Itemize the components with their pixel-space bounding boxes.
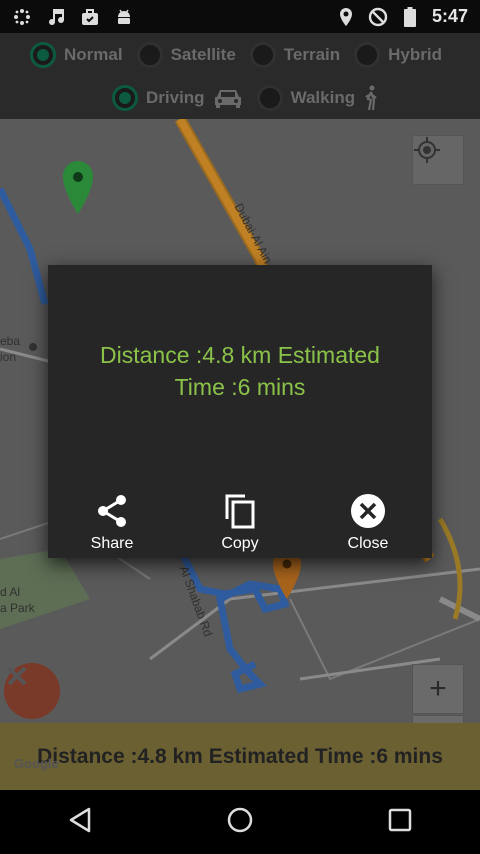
- navigation-bar: [0, 790, 480, 854]
- close-label: Close: [347, 535, 389, 552]
- dots-icon: [12, 7, 32, 27]
- share-icon: [94, 493, 130, 529]
- google-logo: Google: [14, 756, 59, 771]
- share-label: Share: [90, 535, 134, 552]
- radio-button[interactable]: [256, 85, 283, 111]
- close-button[interactable]: Close: [318, 493, 418, 553]
- route-info-dialog: Distance :4.8 km Estimated Time :6 mins …: [48, 265, 432, 558]
- android-icon: [114, 7, 134, 27]
- radio-button[interactable]: [249, 42, 276, 68]
- travel-mode-driving-label: Driving: [146, 88, 205, 107]
- home-button[interactable]: [210, 792, 270, 852]
- copy-button[interactable]: Copy: [190, 493, 290, 553]
- do-not-disturb-icon: [368, 7, 388, 27]
- radio-button[interactable]: [30, 42, 56, 68]
- zoom-in-button[interactable]: +: [412, 664, 464, 714]
- distance-summary-bar: Distance :4.8 km Estimated Time :6 mins: [0, 723, 480, 790]
- home-icon: [226, 806, 254, 839]
- radio-button[interactable]: [136, 42, 163, 68]
- dialog-message-line: Time :6 mins: [174, 374, 306, 400]
- my-location-button[interactable]: [412, 135, 464, 185]
- share-button[interactable]: Share: [62, 493, 162, 553]
- radio-button[interactable]: [112, 85, 138, 111]
- status-bar: 5:47: [0, 0, 480, 33]
- radio-button[interactable]: [354, 42, 381, 68]
- map-type-selector: Normal Satellite Terrain Hybrid: [0, 33, 480, 77]
- map-type-satellite[interactable]: Satellite: [136, 42, 236, 68]
- dialog-message: Distance :4.8 km Estimated Time :6 mins: [48, 339, 432, 403]
- location-icon: [336, 7, 356, 27]
- travel-mode-driving[interactable]: Driving: [112, 85, 243, 111]
- music-note-icon: [46, 7, 66, 27]
- map-type-terrain-label: Terrain: [283, 45, 341, 64]
- map-place-label: d Al: [0, 585, 21, 599]
- copy-icon: [223, 493, 257, 529]
- status-time: 5:47: [431, 6, 468, 26]
- map-type-normal[interactable]: Normal: [30, 42, 123, 68]
- travel-mode-walking-label: Walking: [290, 88, 356, 107]
- recents-icon: [387, 807, 413, 838]
- close-circle-icon: [350, 493, 386, 529]
- recents-button[interactable]: [370, 792, 430, 852]
- map-type-terrain[interactable]: Terrain: [249, 42, 341, 68]
- clear-route-button[interactable]: [4, 663, 60, 719]
- dialog-message-line: Distance :4.8 km Estimated: [100, 342, 380, 368]
- travel-mode-selector: Driving Walking: [0, 77, 480, 119]
- copy-label: Copy: [221, 535, 259, 552]
- walking-icon: [363, 85, 379, 111]
- briefcase-icon: [80, 7, 100, 27]
- dialog-actions: Share Copy Close: [48, 493, 432, 553]
- map-type-normal-label: Normal: [64, 45, 123, 64]
- back-icon: [67, 806, 93, 839]
- map-place-label: ion: [0, 350, 17, 364]
- back-button[interactable]: [50, 792, 110, 852]
- map-type-hybrid[interactable]: Hybrid: [354, 42, 442, 68]
- battery-icon: [400, 6, 420, 27]
- map-type-satellite-label: Satellite: [170, 45, 236, 64]
- map-type-hybrid-label: Hybrid: [388, 45, 442, 64]
- map-place-label: eba: [0, 334, 21, 348]
- travel-mode-walking[interactable]: Walking: [256, 85, 380, 111]
- map-place-label: a Park: [0, 601, 35, 615]
- car-icon: [213, 87, 243, 109]
